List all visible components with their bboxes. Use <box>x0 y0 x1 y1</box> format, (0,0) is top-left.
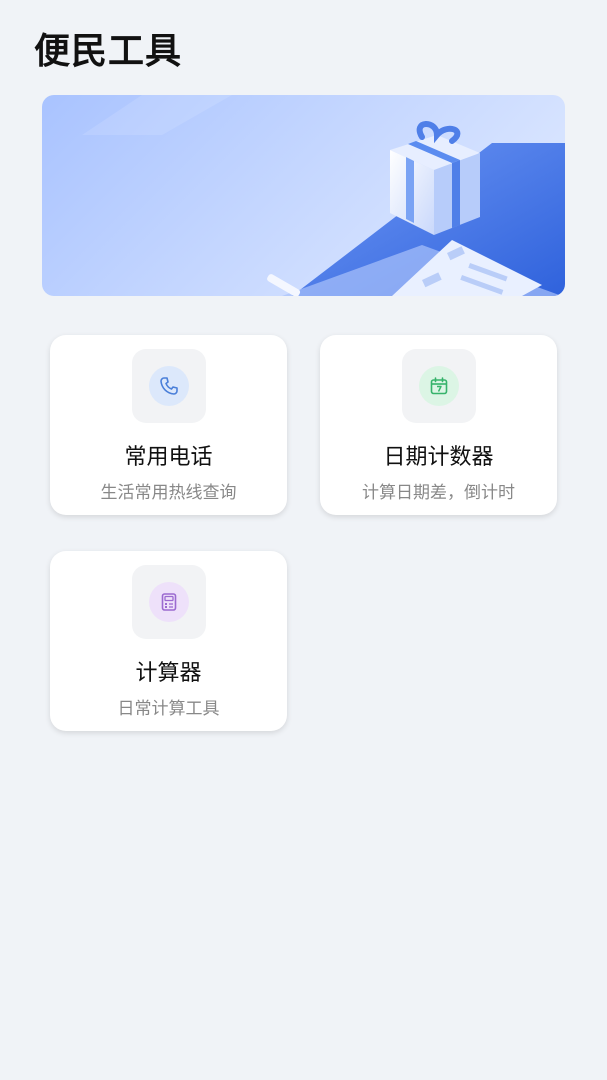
tool-subtitle: 计算日期差，倒计时 <box>362 483 515 503</box>
tool-subtitle: 日常计算工具 <box>117 699 220 719</box>
tool-subtitle: 生活常用热线查询 <box>100 483 237 503</box>
calendar-icon <box>430 377 448 395</box>
icon-circle <box>149 582 189 622</box>
icon-tile <box>402 349 476 423</box>
tool-card-calculator[interactable]: 计算器 日常计算工具 <box>50 551 287 731</box>
page-title: 便民工具 <box>34 31 183 72</box>
gift-illustration <box>82 95 565 296</box>
icon-tile <box>132 349 206 423</box>
icon-circle <box>149 366 189 406</box>
tool-card-date-counter[interactable]: 日期计数器 计算日期差，倒计时 <box>320 335 557 515</box>
page: 便民工具 常用电话 生活常用热线查询 日期计数器 计算日期差，倒计时 计算器 日… <box>0 0 607 1080</box>
icon-circle <box>419 366 459 406</box>
phone-icon <box>160 377 178 395</box>
banner-image[interactable] <box>42 95 565 296</box>
calculator-icon <box>161 593 177 611</box>
tool-title: 计算器 <box>135 661 202 686</box>
tool-title: 日期计数器 <box>383 445 494 470</box>
icon-tile <box>132 565 206 639</box>
tool-title: 常用电话 <box>124 445 213 470</box>
tool-card-phone[interactable]: 常用电话 生活常用热线查询 <box>50 335 287 515</box>
